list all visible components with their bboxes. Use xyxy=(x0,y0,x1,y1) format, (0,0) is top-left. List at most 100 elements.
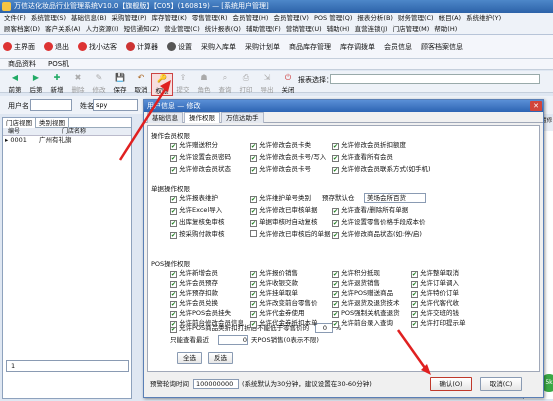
checkbox[interactable] xyxy=(250,281,257,288)
menu-item[interactable]: POS 管理(Q) xyxy=(314,14,352,22)
permission-option[interactable]: 允许赠送积分 xyxy=(170,141,218,150)
toolbar-button[interactable]: 库存调拨单 xyxy=(340,42,375,52)
menu-item[interactable]: 帐目(A) xyxy=(439,14,462,22)
checkbox[interactable] xyxy=(250,291,257,298)
permission-option[interactable]: 单据审核时自动复核 xyxy=(250,218,318,227)
checkbox[interactable] xyxy=(170,220,177,227)
menu-item[interactable]: 报表分析(B) xyxy=(357,14,393,22)
record-toolbar-button[interactable]: ↶ 取消 xyxy=(130,73,152,94)
toolbar-button[interactable]: 设置 xyxy=(167,42,192,52)
checkbox[interactable] xyxy=(250,196,257,203)
permission-option[interactable]: 允许修改商品状态(如:停/启) xyxy=(332,230,422,239)
permission-option[interactable]: 允许收银交款 xyxy=(250,279,298,288)
checkbox[interactable] xyxy=(170,143,177,150)
checkbox[interactable] xyxy=(170,208,177,215)
checkbox[interactable] xyxy=(250,230,257,237)
menu-item[interactable]: 短信通知(Z) xyxy=(124,25,160,33)
permission-option[interactable]: 允许打印提示单 xyxy=(411,319,466,328)
toolbar-button[interactable]: 退出 xyxy=(44,42,69,52)
record-toolbar-button[interactable]: ✚ 新增 xyxy=(46,73,68,94)
permission-option[interactable]: 允许修改会员卡号/写入 xyxy=(250,153,326,162)
permission-option[interactable]: 允许报表维护 xyxy=(170,194,218,203)
checkbox[interactable] xyxy=(250,208,257,215)
checkbox[interactable] xyxy=(332,281,339,288)
permission-option[interactable]: 允许交班的钱 xyxy=(411,309,459,318)
checkbox[interactable] xyxy=(250,311,257,318)
permission-option[interactable]: 允许退货销售 xyxy=(332,279,380,288)
pos-days-input[interactable]: 0 xyxy=(218,335,248,345)
record-toolbar-button[interactable]: ▶ 后第 xyxy=(25,73,47,94)
checkbox[interactable] xyxy=(332,311,339,318)
checkbox[interactable] xyxy=(332,220,339,227)
permission-option[interactable]: 允许会员预存 xyxy=(170,279,218,288)
store-view-tab[interactable]: 类别视图 xyxy=(36,118,69,128)
menu-item[interactable]: 辅助(H) xyxy=(327,25,350,33)
checkbox[interactable] xyxy=(250,271,257,278)
select-all-button[interactable]: 全选 xyxy=(177,352,202,364)
permission-option[interactable]: 允许代金券抵扣本单 xyxy=(250,319,318,328)
toolbar-button[interactable]: 采购入库单 xyxy=(201,42,236,52)
invert-selection-button[interactable]: 反选 xyxy=(208,352,233,364)
permission-option[interactable]: 允许设置零售价格手段成本价 xyxy=(332,218,426,227)
menu-item[interactable]: 会员管理(V) xyxy=(273,14,309,22)
quick-link[interactable]: 商品资料 xyxy=(8,60,36,68)
checkbox[interactable] xyxy=(170,291,177,298)
permission-option[interactable]: 允许代客代收 xyxy=(411,299,459,308)
checkbox[interactable] xyxy=(170,321,177,328)
record-toolbar-button[interactable]: ✎ 修改 xyxy=(88,73,110,94)
permission-option[interactable]: 允许修改会员状态 xyxy=(170,165,231,174)
checkbox[interactable] xyxy=(411,321,418,328)
record-toolbar-button[interactable]: ⎙ 打印 xyxy=(235,73,257,94)
checkbox[interactable] xyxy=(332,271,339,278)
checkbox[interactable] xyxy=(170,301,177,308)
permission-option[interactable]: 允许新增会员 xyxy=(170,269,218,278)
checkbox[interactable] xyxy=(332,208,339,215)
checkbox[interactable] xyxy=(170,167,177,174)
menu-item[interactable]: 库存管理(K) xyxy=(152,14,187,22)
permission-option[interactable]: 允许修改会员卡号 xyxy=(250,165,311,174)
record-toolbar-button[interactable]: 💾 保存 xyxy=(109,73,131,94)
record-toolbar-button[interactable]: ⏻ 关闭 xyxy=(277,73,299,94)
toolbar-button[interactable]: 找小达客 xyxy=(78,42,117,52)
menu-item[interactable]: 直营连锁(J) xyxy=(355,25,388,33)
checkbox[interactable] xyxy=(170,232,177,239)
record-toolbar-button[interactable]: ⇪ 提交 xyxy=(172,73,194,94)
checkbox[interactable] xyxy=(332,291,339,298)
menu-item[interactable]: 系统管理(S) xyxy=(31,14,66,22)
permission-option[interactable]: 允许退货及退货技术 xyxy=(332,299,400,308)
menu-item[interactable]: 系统维护(Y) xyxy=(466,14,501,22)
menu-item[interactable]: 会员管理(H) xyxy=(232,14,268,22)
menu-item[interactable]: 统计报表(Q) xyxy=(205,25,241,33)
cancel-button[interactable]: 取消(C) xyxy=(480,377,522,391)
permission-option[interactable]: 允许设置会员密码 xyxy=(170,153,231,162)
permission-option[interactable]: 允许积分抵现 xyxy=(332,269,380,278)
checkbox[interactable] xyxy=(250,155,257,162)
checkbox[interactable] xyxy=(170,311,177,318)
checkbox[interactable] xyxy=(170,271,177,278)
permission-option[interactable]: 允许修改已审核单据 xyxy=(250,206,318,215)
record-toolbar-button[interactable]: ⇲ 导出 xyxy=(256,73,278,94)
checkbox[interactable] xyxy=(332,155,339,162)
permission-option[interactable]: 允许修改会员折扣额度 xyxy=(332,141,406,150)
poll-interval-input[interactable]: 100000000 xyxy=(193,379,239,389)
checkbox[interactable] xyxy=(170,196,177,203)
permission-option[interactable]: 按采购付款审核 xyxy=(170,230,225,239)
permission-option[interactable]: 允许查看/删除所有单据 xyxy=(332,206,408,215)
toolbar-button[interactable]: 商品库存管理 xyxy=(289,42,331,52)
close-icon[interactable]: ✕ xyxy=(530,101,542,111)
record-toolbar-button[interactable]: ☗ 角色 xyxy=(193,73,215,94)
checkbox[interactable] xyxy=(250,220,257,227)
name-input[interactable] xyxy=(93,99,138,111)
report-select[interactable] xyxy=(330,74,540,84)
menu-item[interactable]: 财务管理(C) xyxy=(398,14,434,22)
permission-option[interactable]: 允许Excel导入 xyxy=(170,206,222,215)
record-toolbar-button[interactable]: 🔑 权限 xyxy=(151,73,173,96)
checkbox[interactable] xyxy=(332,167,339,174)
permission-option[interactable]: 允许修改会员卡类 xyxy=(250,141,311,150)
toolbar-button[interactable]: 会员信息 xyxy=(384,42,412,52)
permission-option[interactable]: 出库复核免审核 xyxy=(170,218,225,227)
menu-item[interactable]: 营业管理(C) xyxy=(164,25,200,33)
permission-option[interactable]: 允许前台修改会员信息 xyxy=(170,319,244,328)
checkbox[interactable] xyxy=(411,271,418,278)
menu-item[interactable]: 文件(F) xyxy=(4,14,26,22)
